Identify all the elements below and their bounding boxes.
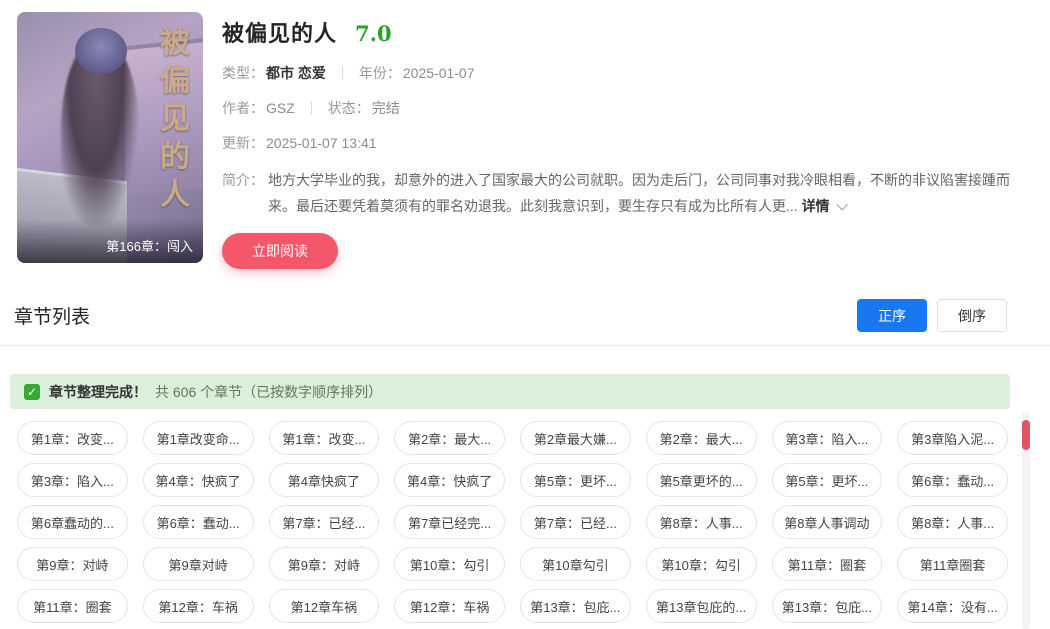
chapter-item[interactable]: 第7章：已经...: [520, 505, 631, 539]
comic-header: 被偏见的人 第166章：闯入 被偏见的人 7.0 类型： 都市 恋爱 年份： 2…: [17, 12, 1012, 269]
chapter-item[interactable]: 第5章更坏的...: [646, 463, 757, 497]
chapter-item[interactable]: 第10章：勾引: [394, 547, 505, 581]
update-label: 更新：: [222, 133, 264, 153]
latest-chapter-badge: 第166章：闯入: [17, 219, 203, 263]
chapter-item[interactable]: 第2章：最大...: [646, 421, 757, 455]
chapter-grid: 第1章：改变... 第1章改变命... 第1章：改变... 第2章：最大... 第2章最…: [17, 421, 1008, 623]
chapter-item[interactable]: 第7章已经完...: [394, 505, 505, 539]
chapter-item[interactable]: 第11章圈套: [897, 547, 1008, 581]
chapter-item[interactable]: 第2章最大嫌...: [520, 421, 631, 455]
notice-bold-text: 章节整理完成！: [49, 382, 147, 402]
chapter-item[interactable]: 第8章：人事...: [646, 505, 757, 539]
chapters-notice: ✓ 章节整理完成！ 共 606 个章节（已按数字顺序排列）: [10, 374, 1010, 409]
chapter-item[interactable]: 第1章：改变...: [269, 421, 380, 455]
chapter-item[interactable]: 第13章：包庇...: [772, 589, 883, 623]
chapter-item[interactable]: 第6章：蠢动...: [897, 463, 1008, 497]
chapter-item[interactable]: 第12章：车祸: [394, 589, 505, 623]
meta-line-update: 更新： 2025-01-07 13:41: [222, 133, 1012, 153]
sort-buttons: 正序 倒序: [857, 299, 1007, 332]
cover-art-title: 被偏见的人: [149, 26, 193, 216]
chapter-item[interactable]: 第9章对峙: [143, 547, 254, 581]
status-label: 状态：: [328, 98, 370, 118]
sort-desc-button[interactable]: 倒序: [937, 299, 1007, 332]
chapter-item[interactable]: 第6章蠢动的...: [17, 505, 128, 539]
chapter-list-title: 章节列表: [14, 302, 90, 329]
comic-detail-page: 被偏见的人 第166章：闯入 被偏见的人 7.0 类型： 都市 恋爱 年份： 2…: [0, 0, 1050, 629]
update-value: 2025-01-07 13:41: [266, 135, 377, 151]
title-row: 被偏见的人 7.0: [222, 16, 1012, 48]
divider: [342, 66, 343, 80]
year-value: 2025-01-07: [403, 65, 475, 81]
description: 简介：地方大学毕业的我，却意外的进入了国家最大的公司就职。因为走后门，公司同事对…: [222, 167, 1012, 219]
notice-text: 共 606 个章节（已按数字顺序排列）: [155, 382, 382, 402]
chapter-item[interactable]: 第3章：陷入...: [17, 463, 128, 497]
chapter-scrollbar-thumb[interactable]: [1022, 420, 1030, 450]
chapter-item[interactable]: 第5章：更坏...: [520, 463, 631, 497]
chapter-item[interactable]: 第8章：人事...: [897, 505, 1008, 539]
author-label: 作者：: [222, 98, 264, 118]
chapter-item[interactable]: 第12章：车祸: [143, 589, 254, 623]
chapter-item[interactable]: 第1章改变命...: [143, 421, 254, 455]
description-label: 简介：: [222, 167, 264, 193]
sort-asc-button[interactable]: 正序: [857, 299, 927, 332]
cover-image[interactable]: 被偏见的人 第166章：闯入: [17, 12, 203, 263]
chapter-item[interactable]: 第4章：快疯了: [143, 463, 254, 497]
chapter-item[interactable]: 第3章：陷入...: [772, 421, 883, 455]
chevron-down-icon[interactable]: [836, 199, 847, 210]
chapter-item[interactable]: 第6章：蠢动...: [143, 505, 254, 539]
chapter-item[interactable]: 第3章陷入泥...: [897, 421, 1008, 455]
chapter-item[interactable]: 第10章：勾引: [646, 547, 757, 581]
chapter-item[interactable]: 第14章：没有...: [897, 589, 1008, 623]
status-value: 完结: [372, 98, 400, 118]
chapter-item[interactable]: 第9章：对峙: [17, 547, 128, 581]
chapter-item[interactable]: 第5章：更坏...: [772, 463, 883, 497]
chapter-item[interactable]: 第2章：最大...: [394, 421, 505, 455]
type-label: 类型：: [222, 63, 264, 83]
check-icon: ✓: [24, 384, 40, 400]
meta-line-type-year: 类型： 都市 恋爱 年份： 2025-01-07: [222, 63, 1012, 83]
author-value: GSZ: [266, 100, 295, 116]
chapter-item[interactable]: 第8章人事调动: [772, 505, 883, 539]
chapter-section-header: 章节列表 正序 倒序: [14, 299, 1007, 332]
chapter-item[interactable]: 第12章车祸: [269, 589, 380, 623]
year-label: 年份：: [359, 63, 401, 83]
comic-info: 被偏见的人 7.0 类型： 都市 恋爱 年份： 2025-01-07 作者： G…: [222, 12, 1012, 269]
rating-score: 7.0: [355, 21, 392, 46]
chapter-item[interactable]: 第11章：圈套: [772, 547, 883, 581]
chapter-item[interactable]: 第9章：对峙: [269, 547, 380, 581]
meta-line-author-status: 作者： GSZ 状态： 完结: [222, 98, 1012, 118]
cover-art-hair: [75, 28, 127, 74]
chapter-scrollbar-track[interactable]: [1022, 412, 1030, 629]
chapter-item[interactable]: 第13章：包庇...: [520, 589, 631, 623]
chapter-item[interactable]: 第13章包庇的...: [646, 589, 757, 623]
chapter-item[interactable]: 第11章：圈套: [17, 589, 128, 623]
chapter-item[interactable]: 第10章勾引: [520, 547, 631, 581]
divider: [311, 101, 312, 115]
type-value: 都市 恋爱: [266, 63, 326, 83]
comic-title: 被偏见的人: [222, 16, 337, 48]
chapter-item[interactable]: 第4章：快疯了: [394, 463, 505, 497]
chapter-item[interactable]: 第1章：改变...: [17, 421, 128, 455]
detail-expand-link[interactable]: 详情: [802, 198, 830, 214]
chapter-item[interactable]: 第7章：已经...: [269, 505, 380, 539]
chapter-item[interactable]: 第4章快疯了: [269, 463, 380, 497]
read-now-button[interactable]: 立即阅读: [222, 233, 338, 269]
description-text: 地方大学毕业的我，却意外的进入了国家最大的公司就职。因为走后门，公司同事对我冷眼…: [268, 172, 1010, 214]
section-divider: [0, 345, 1050, 346]
